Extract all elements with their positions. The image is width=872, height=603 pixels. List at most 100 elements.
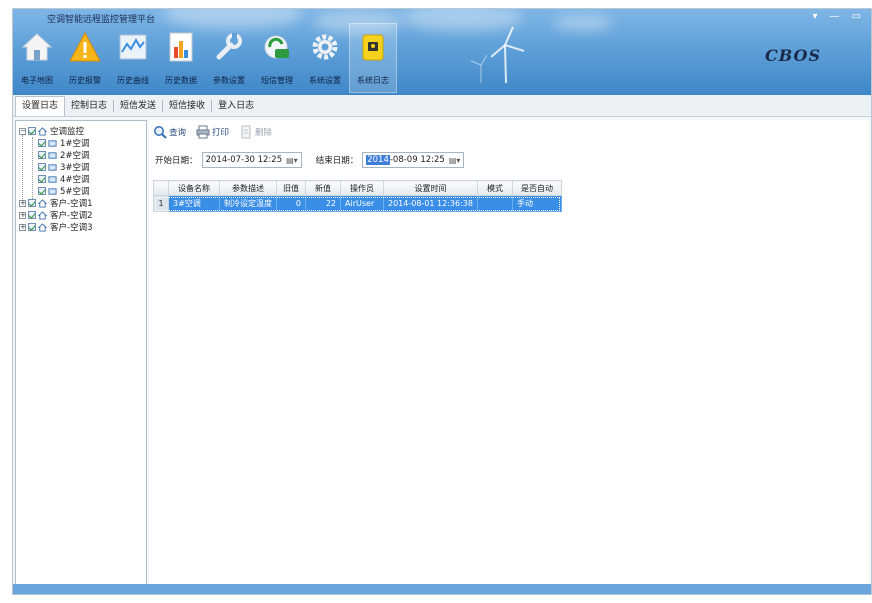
calendar-dropdown-icon[interactable]: ▤▾ xyxy=(286,156,298,165)
tree-node-ac1[interactable]: 1#空调 xyxy=(16,137,146,149)
lock-icon xyxy=(354,27,392,67)
tree-node-ac4[interactable]: 4#空调 xyxy=(16,173,146,185)
tab-sms-sent[interactable]: 短信发送 xyxy=(114,97,162,116)
table-header-row: 设备名称 参数描述 旧值 新值 操作员 设置时间 模式 是否自动 xyxy=(153,180,562,196)
start-date-label: 开始日期： xyxy=(155,156,198,166)
menu-icon[interactable]: ▾ xyxy=(813,11,818,22)
row-number: 1 xyxy=(153,195,169,212)
tab-settings-log[interactable]: 设置日志 xyxy=(15,96,66,116)
expand-icon[interactable]: + xyxy=(19,223,26,231)
device-icon xyxy=(48,175,57,183)
tree-checkbox[interactable] xyxy=(28,211,36,219)
table-row[interactable]: 1 3#空调 制冷设定温度 0 22 AirUser 2014-08-01 12… xyxy=(153,195,562,212)
tree-node-label: 空调监控 xyxy=(50,127,85,137)
row-number-header xyxy=(153,180,169,196)
print-button[interactable]: 打印 xyxy=(196,125,229,139)
column-header[interactable]: 模式 xyxy=(476,180,513,196)
ribbon-label: 系统日志 xyxy=(357,76,389,85)
search-icon xyxy=(154,126,167,139)
ribbon-button-sms[interactable]: 短信管理 xyxy=(253,23,301,93)
cell-mode[interactable] xyxy=(476,195,513,212)
column-header[interactable]: 操作员 xyxy=(340,180,384,196)
ribbon-label: 电子地图 xyxy=(21,76,53,85)
tree-node-customer-1[interactable]: + 客户-空调1 xyxy=(16,197,146,209)
tree-checkbox[interactable] xyxy=(28,127,36,135)
device-icon xyxy=(48,139,57,147)
column-header[interactable]: 旧值 xyxy=(276,180,306,196)
tab-sms-received[interactable]: 短信接收 xyxy=(163,97,211,116)
tree-checkbox[interactable] xyxy=(38,187,46,195)
cell-operator[interactable]: AirUser xyxy=(340,195,384,212)
tree-node-customer-2[interactable]: + 客户-空调2 xyxy=(16,209,146,221)
maximize-icon[interactable]: ▭ xyxy=(852,11,861,22)
cell-auto[interactable]: 手动 xyxy=(511,195,562,212)
app-window: 空调智能远程监控管理平台 ▾ — ▭ CBOS 电子地图 历史报警 历史曲线 历… xyxy=(12,8,872,595)
device-icon xyxy=(48,187,57,195)
ribbon-label: 历史数据 xyxy=(165,76,197,85)
expand-icon[interactable]: + xyxy=(19,211,26,219)
column-header[interactable]: 设置时间 xyxy=(383,180,478,196)
cell-device-name[interactable]: 3#空调 xyxy=(168,195,220,212)
ribbon-label: 系统设置 xyxy=(309,76,341,85)
end-date-picker[interactable]: 2014 -08-09 12:25 ▤▾ xyxy=(362,152,465,168)
tree-node-label: 客户-空调2 xyxy=(50,211,93,221)
tree-node-label: 4#空调 xyxy=(60,175,90,185)
tree-node-label: 客户-空调1 xyxy=(50,199,93,209)
tree-node-ac2[interactable]: 2#空调 xyxy=(16,149,146,161)
end-date-label: 结束日期： xyxy=(315,156,359,166)
settings-log-table: 设备名称 参数描述 旧值 新值 操作员 设置时间 模式 是否自动 1 3#空调 … xyxy=(153,180,562,212)
wind-turbine-icon xyxy=(470,26,525,84)
tree-node-root[interactable]: − 空调监控 xyxy=(16,125,146,137)
tree-node-ac3[interactable]: 3#空调 xyxy=(16,161,146,173)
home-icon xyxy=(38,126,47,136)
ribbon-button-alarm[interactable]: 历史报警 xyxy=(61,23,109,93)
start-date-picker[interactable]: 2014-07-30 12:25 ▤▾ xyxy=(201,152,302,168)
cell-param-desc[interactable]: 制冷设定温度 xyxy=(219,195,277,212)
column-header[interactable]: 新值 xyxy=(305,180,341,196)
device-tree: − 空调监控 1#空调 2#空调 3#空调 4#空调 5#空调 + 客户-空调1… xyxy=(15,120,147,586)
delete-button[interactable]: 删除 xyxy=(239,125,272,139)
start-date-value: 2014-07-30 12:25 xyxy=(205,155,283,165)
print-label: 打印 xyxy=(212,128,230,138)
tab-control-log[interactable]: 控制日志 xyxy=(65,97,113,116)
column-header[interactable]: 是否自动 xyxy=(511,180,562,196)
column-header[interactable]: 设备名称 xyxy=(168,180,220,196)
device-icon xyxy=(48,151,57,159)
tree-checkbox[interactable] xyxy=(28,199,36,207)
tree-checkbox[interactable] xyxy=(38,163,46,171)
tree-checkbox[interactable] xyxy=(38,175,46,183)
cell-new-value[interactable]: 22 xyxy=(305,195,341,212)
home-icon xyxy=(38,210,47,220)
minimize-icon[interactable]: — xyxy=(830,11,840,22)
ribbon-label: 参数设置 xyxy=(213,76,245,85)
tree-checkbox[interactable] xyxy=(28,223,36,231)
date-filter: 开始日期： 2014-07-30 12:25 ▤▾ 结束日期： 2014 -08… xyxy=(155,152,465,168)
ribbon-button-system[interactable]: 系统设置 xyxy=(301,23,349,93)
ribbon-button-params[interactable]: 参数设置 xyxy=(205,23,253,93)
ribbon-button-map[interactable]: 电子地图 xyxy=(13,23,61,93)
cell-old-value[interactable]: 0 xyxy=(276,195,306,212)
cell-set-time[interactable]: 2014-08-01 12:36:38 xyxy=(383,195,478,212)
expand-icon[interactable]: + xyxy=(19,199,26,207)
tree-checkbox[interactable] xyxy=(38,139,46,147)
collapse-icon[interactable]: − xyxy=(19,127,26,135)
ribbon-label: 历史曲线 xyxy=(117,76,149,85)
brand-logo-text: CBOS xyxy=(764,46,821,65)
ribbon-button-data[interactable]: 历史数据 xyxy=(157,23,205,93)
ribbon-button-log[interactable]: 系统日志 xyxy=(349,23,397,93)
log-tabs: 设置日志 控制日志 短信发送 短信接收 登入日志 xyxy=(13,95,871,117)
tree-checkbox[interactable] xyxy=(38,151,46,159)
calendar-dropdown-icon[interactable]: ▤▾ xyxy=(449,156,461,165)
tree-node-customer-3[interactable]: + 客户-空调3 xyxy=(16,221,146,233)
home-icon xyxy=(38,198,47,208)
column-header[interactable]: 参数描述 xyxy=(219,180,277,196)
ribbon-button-curve[interactable]: 历史曲线 xyxy=(109,23,157,93)
wrench-icon xyxy=(210,27,248,67)
query-label: 查询 xyxy=(169,128,187,138)
tab-login-log[interactable]: 登入日志 xyxy=(212,97,260,116)
tree-node-ac5[interactable]: 5#空调 xyxy=(16,185,146,197)
gear-icon xyxy=(306,27,344,67)
home-icon xyxy=(38,222,47,232)
tree-node-label: 3#空调 xyxy=(60,163,90,173)
query-button[interactable]: 查询 xyxy=(153,125,186,139)
